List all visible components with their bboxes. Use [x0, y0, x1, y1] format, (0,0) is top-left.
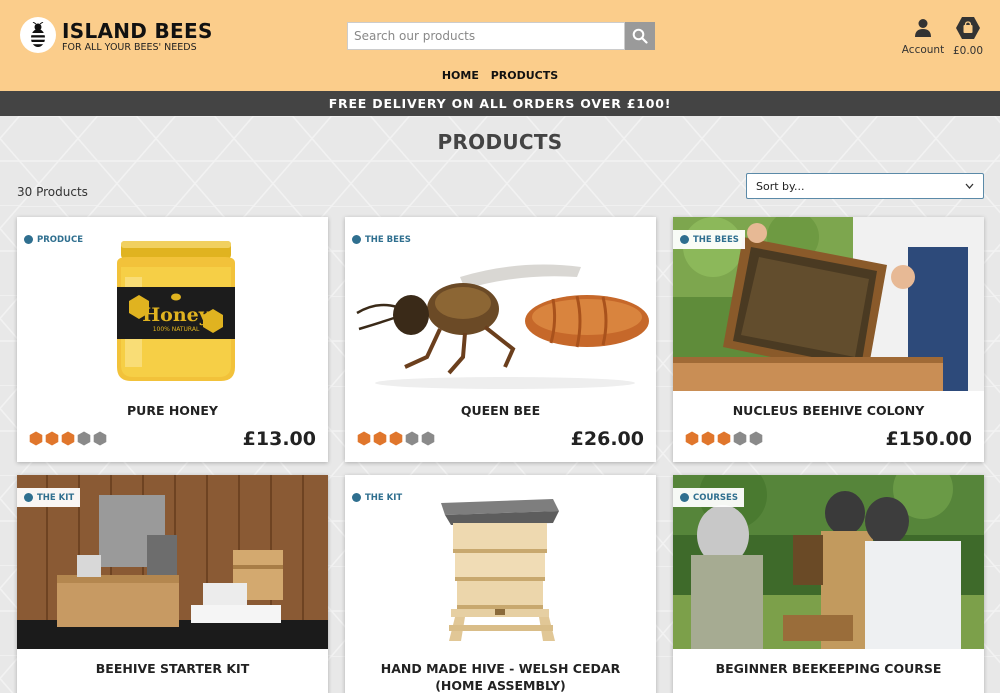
rating-hexagon-icon — [77, 431, 91, 446]
product-price: £26.00 — [570, 428, 644, 450]
chevron-down-icon — [965, 183, 974, 189]
brand-name[interactable]: ISLAND BEES — [62, 19, 213, 43]
delivery-banner: FREE DELIVERY ON ALL ORDERS OVER £100! — [0, 91, 1000, 116]
rating-hexagon-icon — [61, 431, 75, 446]
search-icon — [632, 28, 648, 44]
product-rating — [685, 431, 763, 446]
rating-hexagon-icon — [373, 431, 387, 446]
site-header: ISLAND BEES FOR ALL YOUR BEES' NEEDS Acc… — [0, 0, 1000, 91]
category-label: THE BEES — [365, 234, 411, 245]
search-button[interactable] — [625, 22, 655, 50]
product-price: £150.00 — [885, 428, 972, 450]
brand-tagline: FOR ALL YOUR BEES' NEEDS — [62, 42, 197, 53]
product-card[interactable]: THE KIT BEEHIVE STARTER KIT — [17, 475, 328, 693]
product-card[interactable]: THE BEES QUEEN BEE £26.00 — [345, 217, 656, 462]
search-input[interactable] — [347, 22, 625, 50]
product-card[interactable]: COURSES BEGINNER BEEKEEPING COURSE — [673, 475, 984, 693]
rating-hexagon-icon — [357, 431, 371, 446]
sort-select[interactable]: Sort by... — [746, 173, 984, 199]
product-name[interactable]: NUCLEUS BEEHIVE COLONY — [683, 402, 974, 419]
product-rating — [357, 431, 435, 446]
rating-hexagon-icon — [421, 431, 435, 446]
svg-text:100% NATURAL: 100% NATURAL — [153, 326, 200, 333]
bee-logo-icon[interactable] — [20, 17, 56, 53]
product-name[interactable]: HAND MADE HIVE - WELSH CEDAR (HOME ASSEM… — [355, 660, 646, 693]
user-icon — [915, 19, 931, 37]
page-title: PRODUCTS — [437, 130, 563, 154]
category-badge[interactable]: PRODUCE — [17, 230, 90, 249]
category-icon — [24, 493, 33, 502]
rating-hexagon-icon — [733, 431, 747, 446]
category-icon — [680, 235, 689, 244]
rating-hexagon-icon — [29, 431, 43, 446]
product-name[interactable]: BEGINNER BEEKEEPING COURSE — [683, 660, 974, 677]
category-label: THE KIT — [37, 492, 75, 503]
category-icon — [352, 493, 361, 502]
product-card[interactable]: THE BEES NUCLEUS BEEHIVE COLONY £150.00 — [673, 217, 984, 462]
product-card[interactable]: THE KIT HAND MADE HIVE - WELSH CEDAR (HO… — [345, 475, 656, 693]
category-badge[interactable]: THE KIT — [17, 488, 81, 507]
category-badge[interactable]: THE BEES — [345, 230, 417, 249]
category-label: THE KIT — [365, 492, 403, 503]
main-nav: HOME PRODUCTS — [0, 69, 1000, 82]
category-badge[interactable]: COURSES — [673, 488, 744, 507]
category-badge[interactable]: THE BEES — [673, 230, 745, 249]
account-link[interactable]: Account — [898, 18, 948, 56]
product-rating — [29, 431, 107, 446]
category-icon — [24, 235, 33, 244]
nav-home[interactable]: HOME — [442, 69, 479, 82]
product-name[interactable]: PURE HONEY — [27, 402, 318, 419]
category-icon — [352, 235, 361, 244]
svg-text:Honey: Honey — [142, 304, 211, 326]
rating-hexagon-icon — [93, 431, 107, 446]
rating-hexagon-icon — [45, 431, 59, 446]
category-label: PRODUCE — [37, 234, 84, 245]
product-price: £13.00 — [242, 428, 316, 450]
product-count: 30 Products — [17, 185, 88, 199]
rating-hexagon-icon — [749, 431, 763, 446]
rating-hexagon-icon — [405, 431, 419, 446]
bag-total: £0.00 — [952, 45, 984, 57]
bag-icon — [956, 17, 980, 39]
rating-hexagon-icon — [701, 431, 715, 446]
category-label: THE BEES — [693, 234, 739, 245]
products-page: PRODUCTS 30 Products Sort by... Honey 10… — [0, 116, 1000, 693]
category-badge[interactable]: THE KIT — [345, 488, 409, 507]
account-label: Account — [901, 44, 945, 56]
product-name[interactable]: QUEEN BEE — [355, 402, 646, 419]
nav-products[interactable]: PRODUCTS — [491, 69, 558, 82]
rating-hexagon-icon — [389, 431, 403, 446]
category-icon — [680, 493, 689, 502]
product-card[interactable]: Honey 100% NATURAL PRODUCE PURE HONEY £1… — [17, 217, 328, 462]
rating-hexagon-icon — [717, 431, 731, 446]
shopping-bag-link[interactable]: £0.00 — [950, 16, 986, 57]
sort-selected-value: Sort by... — [756, 179, 805, 193]
rating-hexagon-icon — [685, 431, 699, 446]
product-name[interactable]: BEEHIVE STARTER KIT — [27, 660, 318, 677]
category-label: COURSES — [693, 492, 738, 503]
